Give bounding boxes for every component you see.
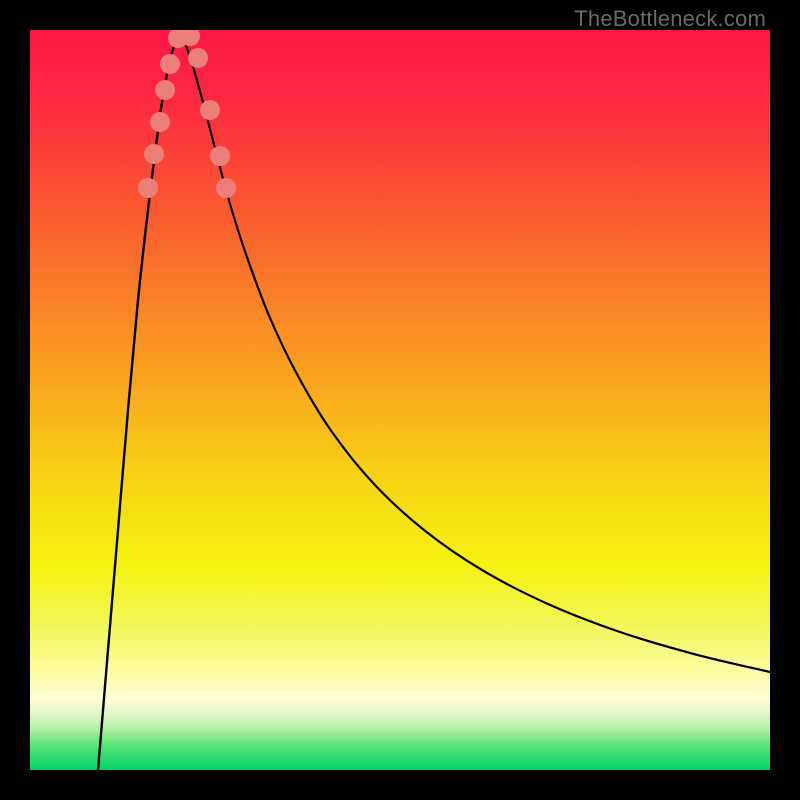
watermark-text: TheBottleneck.com — [574, 6, 766, 32]
dip-dot — [155, 80, 175, 100]
plot-area — [30, 30, 770, 770]
dip-dot — [150, 112, 170, 132]
dip-dot — [216, 178, 236, 198]
dip-dot — [144, 144, 164, 164]
dip-dot — [138, 178, 158, 198]
right-curve-path — [180, 31, 770, 672]
chart-svg — [30, 30, 770, 770]
outer-frame: TheBottleneck.com — [0, 0, 800, 800]
dip-dot — [188, 48, 208, 68]
dip-dot — [160, 54, 180, 74]
dip-dot — [200, 100, 220, 120]
left-curve-path — [98, 31, 180, 770]
dip-dot — [210, 146, 230, 166]
